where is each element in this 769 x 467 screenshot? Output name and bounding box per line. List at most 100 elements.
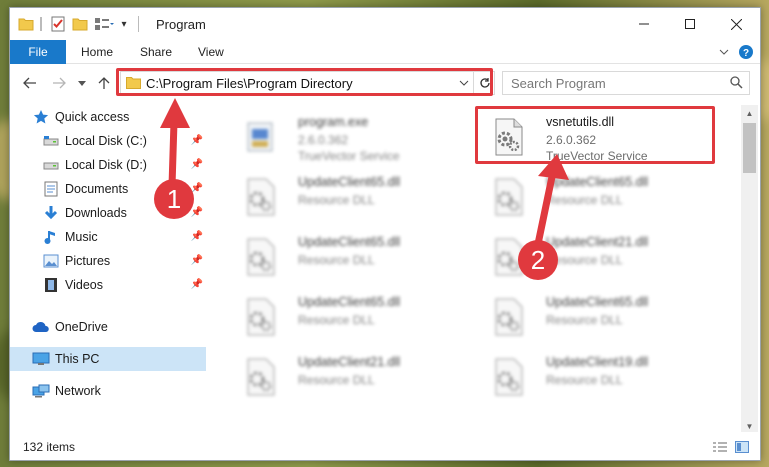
- sidebar-item-label: Quick access: [55, 110, 130, 124]
- dll-file-icon: [490, 297, 526, 337]
- sidebar-item-label: Videos: [65, 278, 103, 292]
- sidebar-item-onedrive[interactable]: OneDrive: [10, 315, 206, 339]
- sidebar-item-pictures[interactable]: Pictures 📌: [10, 249, 206, 273]
- tab-home[interactable]: Home: [81, 40, 113, 64]
- title-bar: ▾ Program: [10, 8, 760, 40]
- file-name: UpdateClient65.dll: [546, 295, 649, 309]
- window-title: Program: [156, 17, 206, 32]
- sidebar-item-label: This PC: [55, 352, 100, 366]
- search-input[interactable]: Search Program: [511, 76, 606, 91]
- svg-text:?: ?: [743, 48, 749, 59]
- sidebar-item-label: OneDrive: [55, 320, 108, 334]
- up-button[interactable]: [94, 73, 114, 93]
- file-name: program.exe: [298, 115, 369, 129]
- pin-icon: 📌: [190, 159, 203, 170]
- file-name: UpdateClient65.dll: [298, 175, 401, 189]
- expand-ribbon-icon[interactable]: [716, 44, 732, 60]
- toolbar-divider: [138, 16, 139, 32]
- file-description: TrueVector Service: [298, 149, 400, 163]
- sidebar-item-label: Music: [65, 230, 98, 244]
- details-view-icon[interactable]: [712, 440, 728, 454]
- scroll-up-arrow-icon[interactable]: ▲: [741, 105, 758, 122]
- file-item[interactable]: UpdateClient65.dll Resource DLL: [232, 171, 462, 223]
- file-item[interactable]: UpdateClient21.dll Resource DLL: [480, 231, 710, 283]
- sidebar-item-network[interactable]: Network: [10, 379, 206, 403]
- file-name: UpdateClient65.dll: [298, 295, 401, 309]
- scrollbar-thumb[interactable]: [743, 123, 756, 173]
- dll-file-icon: [242, 357, 278, 397]
- ribbon-tabs: File Home Share View ?: [10, 40, 760, 64]
- view-options-icon[interactable]: [94, 15, 114, 33]
- sidebar-item-this-pc[interactable]: This PC: [10, 347, 206, 371]
- properties-icon[interactable]: [50, 15, 66, 33]
- close-button[interactable]: [713, 8, 759, 40]
- file-version: 2.6.0.362: [298, 133, 349, 147]
- vertical-scrollbar[interactable]: ▲ ▼: [741, 105, 758, 435]
- documents-icon: [42, 181, 60, 197]
- status-bar: 132 items: [10, 432, 760, 460]
- sidebar-item-quick-access[interactable]: Quick access: [10, 105, 206, 129]
- file-item[interactable]: UpdateClient65.dll Resource DLL: [480, 171, 710, 223]
- exe-file-icon: [242, 117, 278, 157]
- file-description: Resource DLL: [546, 313, 623, 327]
- file-name: UpdateClient65.dll: [298, 235, 401, 249]
- pin-icon: 📌: [190, 255, 203, 266]
- drive-icon: [42, 157, 60, 173]
- forward-button[interactable]: [49, 73, 69, 93]
- network-icon: [32, 383, 50, 399]
- help-icon[interactable]: ?: [738, 44, 754, 60]
- customize-toolbar-icon[interactable]: ▾: [118, 15, 130, 33]
- dll-file-icon: [242, 237, 278, 277]
- music-icon: [42, 229, 60, 245]
- file-highlight: [475, 106, 715, 164]
- pin-icon: 📌: [190, 279, 203, 290]
- pictures-icon: [42, 253, 60, 269]
- sidebar-item-local-disk-c[interactable]: Local Disk (C:) 📌: [10, 129, 206, 153]
- file-item[interactable]: program.exe 2.6.0.362 TrueVector Service: [232, 111, 462, 163]
- star-icon: [32, 109, 50, 125]
- navigation-pane: Quick access Local Disk (C:) 📌 Local Dis…: [10, 105, 206, 435]
- pin-icon: 📌: [190, 135, 203, 146]
- sidebar-item-local-disk-d[interactable]: Local Disk (D:) 📌: [10, 153, 206, 177]
- back-button[interactable]: [20, 73, 40, 93]
- sidebar-item-label: Documents: [65, 182, 129, 196]
- file-description: Resource DLL: [298, 253, 375, 267]
- toolbar-divider: [40, 17, 42, 31]
- file-name: UpdateClient19.dll: [546, 355, 649, 369]
- sidebar-item-label: Downloads: [65, 206, 127, 220]
- folder-icon: [18, 15, 34, 33]
- new-folder-icon[interactable]: [72, 15, 88, 33]
- sidebar-item-label: Local Disk (D:): [65, 158, 147, 172]
- search-box[interactable]: Search Program: [502, 71, 750, 95]
- file-description: Resource DLL: [546, 373, 623, 387]
- recent-locations-icon[interactable]: [72, 73, 92, 93]
- sidebar-item-label: Local Disk (C:): [65, 134, 147, 148]
- dll-file-icon: [242, 177, 278, 217]
- drive-icon: [42, 133, 60, 149]
- file-item[interactable]: UpdateClient21.dll Resource DLL: [232, 351, 462, 403]
- step-2-callout: 2: [518, 240, 558, 280]
- pin-icon: 📌: [190, 231, 203, 242]
- dll-file-icon: [490, 357, 526, 397]
- file-description: Resource DLL: [546, 193, 623, 207]
- file-name: UpdateClient65.dll: [546, 175, 649, 189]
- file-name: UpdateClient21.dll: [298, 355, 401, 369]
- minimize-button[interactable]: [621, 8, 667, 40]
- file-item[interactable]: UpdateClient65.dll Resource DLL: [232, 231, 462, 283]
- file-item[interactable]: UpdateClient19.dll Resource DLL: [480, 351, 710, 403]
- file-description: Resource DLL: [298, 193, 375, 207]
- download-icon: [42, 205, 60, 221]
- sidebar-item-videos[interactable]: Videos 📌: [10, 273, 206, 297]
- file-item[interactable]: UpdateClient65.dll Resource DLL: [480, 291, 710, 343]
- address-bar-highlight: [116, 68, 493, 96]
- large-icons-view-icon[interactable]: [734, 440, 750, 454]
- file-item[interactable]: UpdateClient65.dll Resource DLL: [232, 291, 462, 343]
- tab-share[interactable]: Share: [140, 40, 172, 64]
- maximize-button[interactable]: [667, 8, 713, 40]
- sidebar-item-label: Network: [55, 384, 101, 398]
- tab-file[interactable]: File: [10, 40, 66, 64]
- sidebar-item-music[interactable]: Music 📌: [10, 225, 206, 249]
- videos-icon: [42, 277, 60, 293]
- tab-view[interactable]: View: [198, 40, 224, 64]
- search-icon: [730, 76, 743, 92]
